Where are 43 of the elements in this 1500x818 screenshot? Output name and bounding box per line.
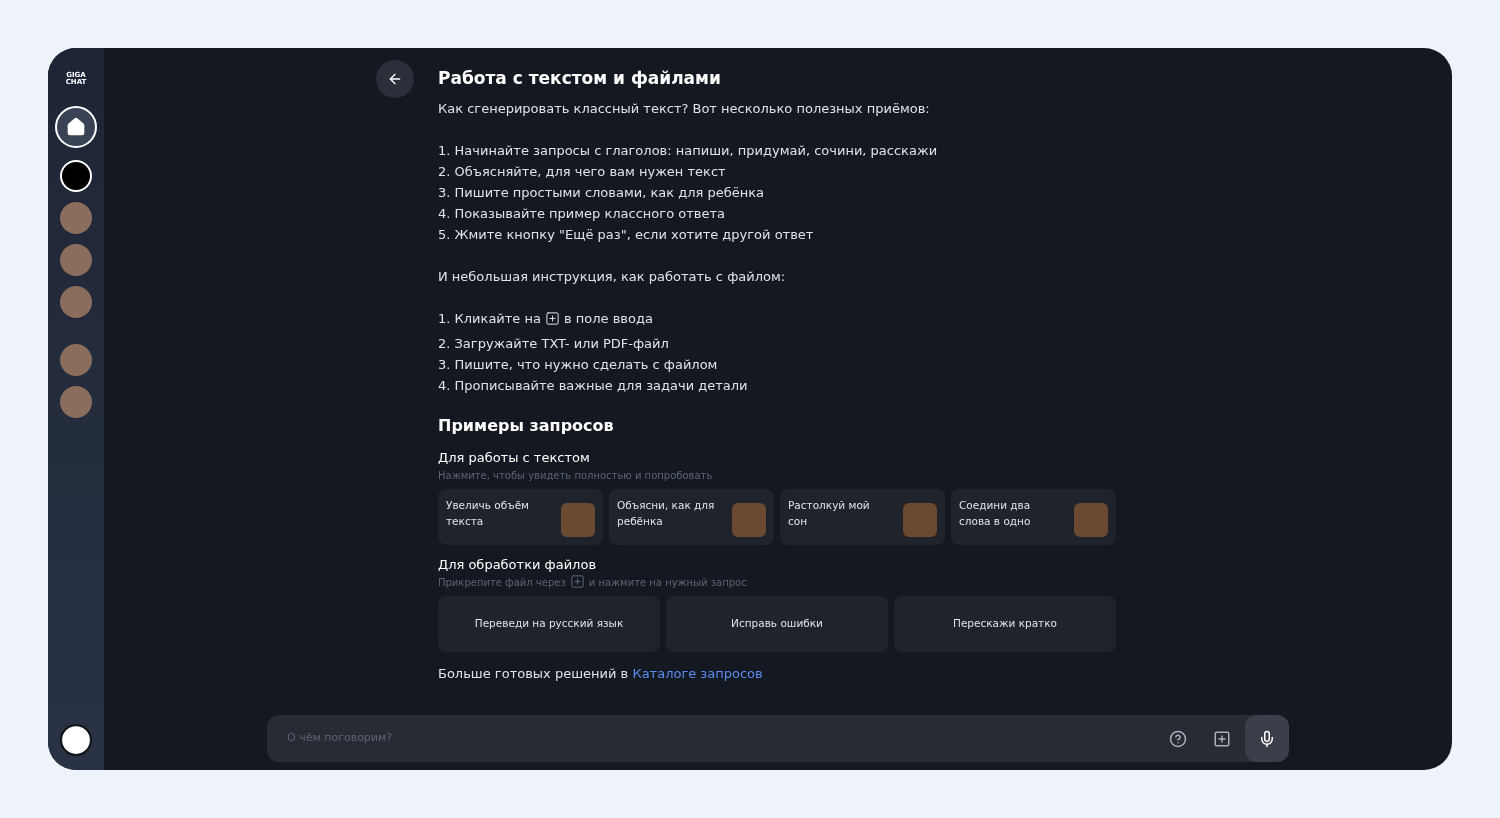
prompt-card[interactable]: Объясни, как для ребёнка (609, 488, 774, 545)
illustration-placeholder (1074, 502, 1108, 537)
step-text: 3. Пишите, что нужно сделать с файлом (438, 356, 719, 374)
prompt-button[interactable]: Переведи на русский язык (438, 596, 660, 652)
illustration-placeholder (561, 502, 595, 537)
catalog-text: Больше готовых решений в Каталоге запросов (438, 665, 764, 683)
file-intro-text: И небольшая инструкция, как работать с файлом: (438, 268, 787, 286)
page-title: Работа с текстом и файлами (438, 67, 722, 90)
message-input[interactable]: О чём поговорим? (287, 730, 1169, 747)
prompt-card[interactable]: Увеличь объём текста (438, 488, 603, 545)
tip-text: 1. Начинайте запросы с глаголов: напиши, придумай, сочини, расскажи (438, 142, 939, 160)
subsection-title: Для обработки файлов (438, 555, 598, 574)
section-title: Примеры запросов (438, 415, 615, 437)
step-text: 2. Загружайте TXT- или PDF-файл (438, 335, 670, 353)
tip-text: 5. Жмите кнопку "Ещё раз", если хотите другой ответ (438, 226, 815, 244)
plus-square-icon (544, 311, 560, 326)
tip-text: 4. Показывайте пример классного ответа (438, 205, 726, 223)
illustration-placeholder (903, 502, 937, 537)
home-icon (66, 117, 86, 137)
back-arrow-icon (387, 71, 403, 87)
prompt-card[interactable]: Соедини два слова в одно (951, 488, 1116, 545)
assistant-avatar[interactable] (60, 160, 92, 192)
prompt-card[interactable]: Растолкуй мой сон (780, 488, 945, 545)
message-input-bar[interactable]: О чём поговорим? (267, 715, 1289, 762)
step-text: 1. Кликайте на в поле ввода (438, 310, 654, 328)
step-text: 4. Прописывайте важные для задачи детали (438, 377, 749, 395)
plus-square-icon (569, 574, 585, 589)
tip-text: 2. Объясняйте, для чего вам нужен текст (438, 163, 727, 181)
prompt-button[interactable]: Исправь ошибки (666, 596, 888, 652)
hint-text: Нажмите, чтобы увидеть полностью и попробовать (438, 468, 714, 483)
microphone-button[interactable] (1245, 715, 1289, 762)
prompt-button[interactable]: Перескажи кратко (894, 596, 1116, 652)
attach-icon[interactable] (1213, 729, 1231, 748)
back-button[interactable] (376, 60, 414, 98)
catalog-link[interactable]: Каталоге запросов (632, 666, 763, 681)
hint-text: Прикрепите файл через и нажмите на нужный запрос (438, 574, 1168, 590)
help-icon[interactable] (1169, 729, 1187, 748)
microphone-icon (1258, 729, 1276, 748)
home-button[interactable] (55, 106, 97, 148)
subsection-title: Для работы с текстом (438, 449, 591, 467)
intro-text: Как сгенерировать классный текст? Вот несколько полезных приёмов: (438, 100, 931, 118)
illustration-placeholder (732, 502, 766, 537)
tip-text: 3. Пишите простыми словами, как для ребёнка (438, 184, 766, 202)
